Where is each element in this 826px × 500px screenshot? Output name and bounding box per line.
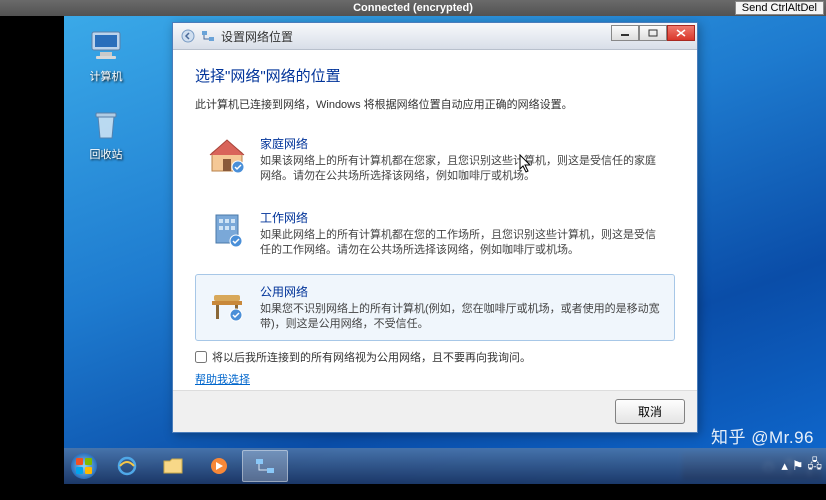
public-network-icon xyxy=(206,283,248,325)
option-public-title: 公用网络 xyxy=(260,283,664,300)
option-home-title: 家庭网络 xyxy=(260,135,664,152)
dialog-footer: 取消 xyxy=(173,390,697,432)
dialog-body: 选择"网络"网络的位置 此计算机已连接到网络，Windows 将根据网络位置自动… xyxy=(173,50,697,390)
desktop-icon-recycle[interactable]: 回收站 xyxy=(76,104,136,162)
send-ctrlaltdel-button[interactable]: Send CtrlAltDel xyxy=(735,1,824,15)
dialog-heading: 选择"网络"网络的位置 xyxy=(195,65,675,86)
option-work-network[interactable]: 工作网络 如果此网络上的所有计算机都在您的工作场所，且您识别这些计算机，则这是受… xyxy=(195,200,675,268)
work-network-icon xyxy=(206,209,248,251)
dialog-subtext: 此计算机已连接到网络，Windows 将根据网络位置自动应用正确的网络设置。 xyxy=(195,96,675,112)
option-public-network[interactable]: 公用网络 如果您不识别网络上的所有计算机(例如，您在咖啡厅或机场，或者使用的是移… xyxy=(195,274,675,342)
computer-icon xyxy=(86,26,126,66)
desktop[interactable]: 计算机 回收站 设置网络位置 选择"网络"网络的位置 此 xyxy=(64,16,826,484)
vnc-title-bar: Connected (encrypted) Send CtrlAltDel xyxy=(0,0,826,16)
cancel-button[interactable]: 取消 xyxy=(615,399,685,424)
network-icon xyxy=(201,29,215,43)
home-network-icon xyxy=(206,135,248,177)
close-button[interactable] xyxy=(667,25,695,41)
taskbar-media-button[interactable] xyxy=(196,450,242,482)
checkbox-label: 将以后我所连接到的所有网络视为公用网络，且不要再向我询问。 xyxy=(212,349,531,365)
tray-network-icon[interactable]: 🖧 xyxy=(808,455,823,477)
help-me-choose-link[interactable]: 帮助我选择 xyxy=(195,371,250,387)
recycle-label: 回收站 xyxy=(76,146,136,162)
back-icon[interactable] xyxy=(181,29,195,43)
titlebar[interactable]: 设置网络位置 xyxy=(173,23,697,50)
desktop-icon-computer[interactable]: 计算机 xyxy=(76,26,136,84)
minimize-button[interactable] xyxy=(611,25,639,41)
start-button[interactable] xyxy=(64,448,104,484)
cursor-icon xyxy=(519,154,533,179)
network-location-dialog: 设置网络位置 选择"网络"网络的位置 此计算机已连接到网络，Windows 将根… xyxy=(172,22,698,433)
maximize-button[interactable] xyxy=(639,25,667,41)
option-home-desc: 如果该网络上的所有计算机都在您家，且您识别这些计算机，则这是受信任的家庭网络。请… xyxy=(260,154,664,185)
side-filler-left xyxy=(0,16,64,484)
taskbar-ie-button[interactable] xyxy=(104,450,150,482)
taskbar-network-dialog-button[interactable] xyxy=(242,450,288,482)
taskbar-explorer-button[interactable] xyxy=(150,450,196,482)
tray-up-icon[interactable]: ▴ xyxy=(781,458,788,474)
window-title: 设置网络位置 xyxy=(221,28,293,45)
option-work-desc: 如果此网络上的所有计算机都在您的工作场所，且您识别这些计算机，则这是受信任的工作… xyxy=(260,228,664,259)
treat-all-public-checkbox[interactable] xyxy=(195,351,207,363)
watermark: 知乎 @Mr.96 xyxy=(711,423,814,448)
option-work-title: 工作网络 xyxy=(260,209,664,226)
computer-label: 计算机 xyxy=(76,68,136,84)
tray-flag-icon[interactable]: ⚑ xyxy=(792,458,804,474)
taskbar[interactable]: ▴ ⚑ 🖧 xyxy=(64,448,826,484)
system-tray: ▴ ⚑ 🖧 xyxy=(781,448,822,484)
option-home-network[interactable]: 家庭网络 如果该网络上的所有计算机都在您家，且您识别这些计算机，则这是受信任的家… xyxy=(195,126,675,194)
vnc-title: Connected (encrypted) xyxy=(353,2,473,14)
option-public-desc: 如果您不识别网络上的所有计算机(例如，您在咖啡厅或机场，或者使用的是移动宽带)，… xyxy=(260,302,664,333)
recycle-bin-icon xyxy=(86,104,126,144)
